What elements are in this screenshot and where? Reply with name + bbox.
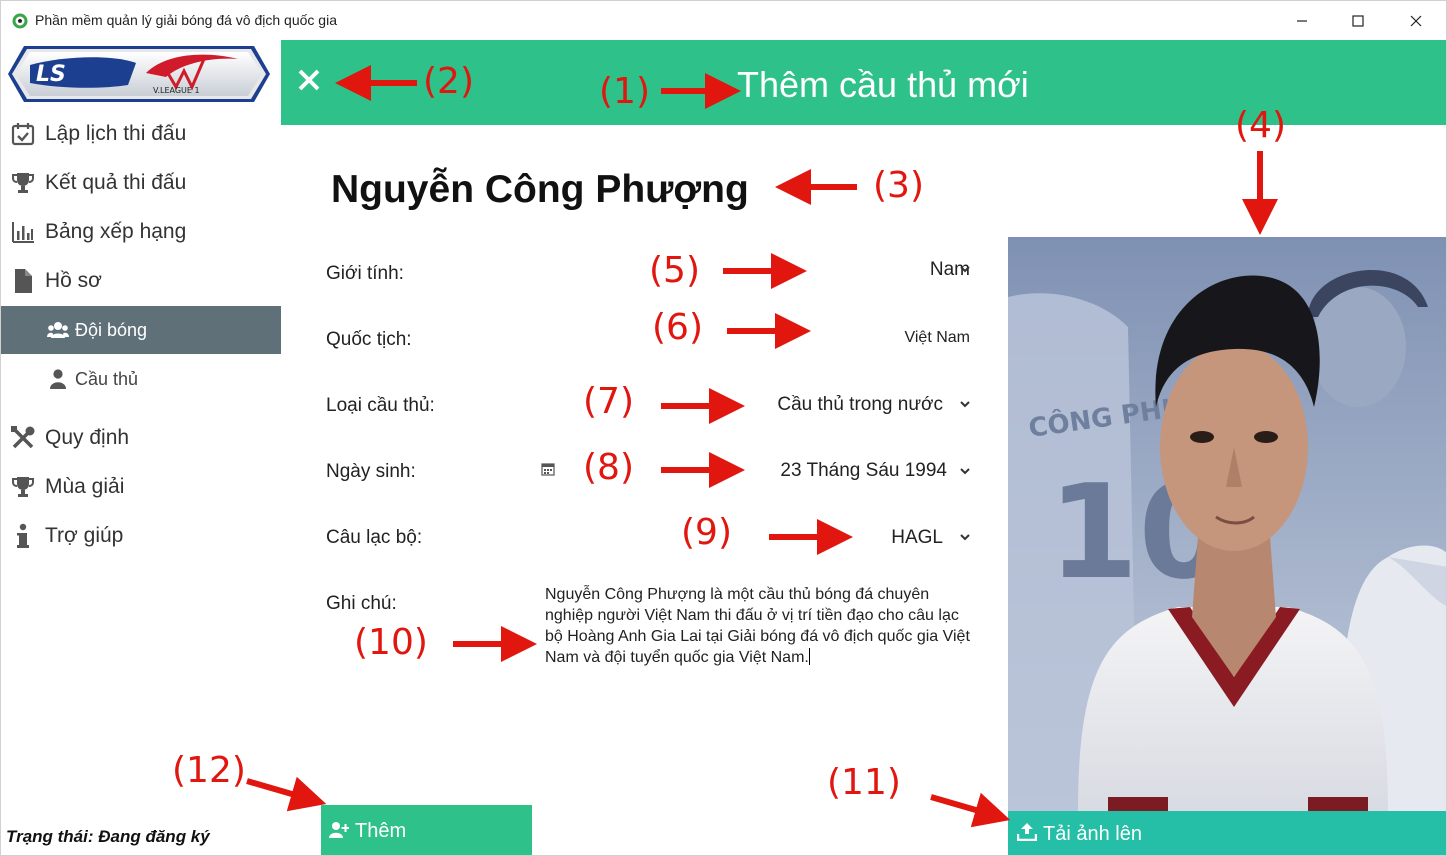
maximize-icon: [1352, 14, 1364, 27]
user-plus-icon: [329, 822, 349, 838]
vleague-logo: LS V.LEAGUE 1: [8, 46, 270, 102]
gender-label: Giới tính:: [326, 263, 404, 284]
club-label: Câu lạc bộ:: [326, 527, 423, 548]
sidebar-item-label: Hồ sơ: [45, 269, 102, 292]
chevron-down-icon[interactable]: [957, 396, 973, 412]
trophy-icon: [10, 474, 36, 500]
status-text: Trạng thái: Đang đăng ký: [6, 827, 210, 846]
minimize-button[interactable]: [1273, 1, 1331, 40]
chevron-down-icon[interactable]: [957, 261, 973, 277]
birthday-picker[interactable]: 23 Tháng Sáu 1994: [780, 460, 947, 482]
upload-photo-button[interactable]: Tải ảnh lên: [1008, 811, 1446, 855]
sidebar-item-profiles[interactable]: Hồ sơ: [1, 258, 281, 304]
sidebar-item-label: Mùa giải: [45, 475, 125, 498]
users-icon: [47, 319, 69, 341]
annotation-label: (6): [652, 307, 703, 348]
sidebar-item-rules[interactable]: Quy định: [1, 415, 281, 461]
notes-label: Ghi chú:: [326, 593, 397, 614]
sidebar-item-schedule[interactable]: Lập lịch thi đấu: [1, 111, 281, 157]
add-player-button[interactable]: Thêm: [321, 805, 532, 855]
annotation-label: (2): [423, 61, 474, 102]
annotation-label: (12): [172, 750, 246, 791]
upload-button-label: Tải ảnh lên: [1043, 822, 1142, 845]
minimize-icon: [1297, 19, 1307, 22]
trophy-icon: [10, 170, 36, 196]
sidebar-subitem-players[interactable]: Cầu thủ: [1, 355, 281, 403]
annotation-label: (1): [599, 71, 650, 112]
sidebar-item-help[interactable]: Trợ giúp: [1, 513, 281, 559]
sidebar-item-label: Bảng xếp hạng: [45, 220, 187, 243]
add-button-label: Thêm: [355, 820, 407, 842]
player-type-label: Loại cầu thủ:: [326, 395, 435, 416]
user-icon: [47, 368, 69, 390]
annotation-label: (5): [649, 250, 700, 291]
soccer-ball-icon: [12, 13, 28, 29]
upload-icon: [1017, 823, 1037, 841]
annotation-label: (3): [873, 165, 924, 206]
sidebar-item-label: Kết quả thi đấu: [45, 171, 187, 194]
logo-vleague-text: V.LEAGUE 1: [153, 86, 200, 95]
close-icon: [1410, 15, 1422, 26]
close-icon[interactable]: [297, 68, 321, 92]
annotation-label: (11): [827, 762, 901, 803]
notes-text: Nguyễn Công Phượng là một cầu thủ bóng đ…: [545, 586, 970, 666]
nationality-field[interactable]: Việt Nam: [904, 329, 970, 347]
club-select[interactable]: HAGL: [891, 527, 943, 549]
calendar-icon[interactable]: [541, 462, 555, 476]
close-window-button[interactable]: [1387, 1, 1445, 40]
sidebar-subitem-label: Đội bóng: [75, 319, 148, 340]
annotation-label: (7): [583, 381, 634, 422]
nationality-label: Quốc tịch:: [326, 329, 412, 350]
info-icon: [10, 523, 36, 549]
sidebar-item-label: Lập lịch thi đấu: [45, 122, 187, 145]
window-title: Phần mềm quản lý giải bóng đá vô địch qu…: [35, 12, 337, 28]
page-title: Thêm cầu thủ mới: [737, 64, 1029, 105]
birthday-label: Ngày sinh:: [326, 461, 416, 482]
sidebar-item-label: Quy định: [45, 426, 130, 449]
app-window: Phần mềm quản lý giải bóng đá vô địch qu…: [0, 0, 1447, 856]
logo-ls-text: LS: [36, 62, 66, 87]
sidebar-subitem-label: Cầu thủ: [75, 368, 139, 389]
sidebar-item-label: Trợ giúp: [45, 524, 124, 547]
file-icon: [10, 268, 36, 294]
bar-chart-icon: [10, 219, 36, 245]
player-photo: CÔNG PHƯỢNG 10: [1008, 237, 1446, 811]
sidebar-item-standings[interactable]: Bảng xếp hạng: [1, 209, 281, 255]
sidebar-subitem-teams[interactable]: Đội bóng: [1, 306, 281, 354]
annotation-label: (9): [681, 512, 732, 553]
tools-icon: [10, 425, 36, 451]
title-bar: Phần mềm quản lý giải bóng đá vô địch qu…: [1, 1, 1446, 40]
sidebar-item-results[interactable]: Kết quả thi đấu: [1, 160, 281, 206]
chevron-down-icon[interactable]: [957, 463, 973, 479]
player-name-heading: Nguyễn Công Phượng: [331, 168, 749, 211]
annotation-label: (10): [354, 622, 428, 663]
notes-textarea[interactable]: Nguyễn Công Phượng là một cầu thủ bóng đ…: [545, 584, 975, 668]
maximize-button[interactable]: [1329, 1, 1387, 40]
sidebar-item-seasons[interactable]: Mùa giải: [1, 464, 281, 510]
calendar-check-icon: [10, 121, 36, 147]
annotation-label: (8): [583, 447, 634, 488]
chevron-down-icon[interactable]: [957, 529, 973, 545]
text-caret: [808, 648, 810, 665]
player-type-select[interactable]: Cầu thủ trong nước: [777, 394, 943, 416]
annotation-label: (4): [1235, 105, 1286, 146]
